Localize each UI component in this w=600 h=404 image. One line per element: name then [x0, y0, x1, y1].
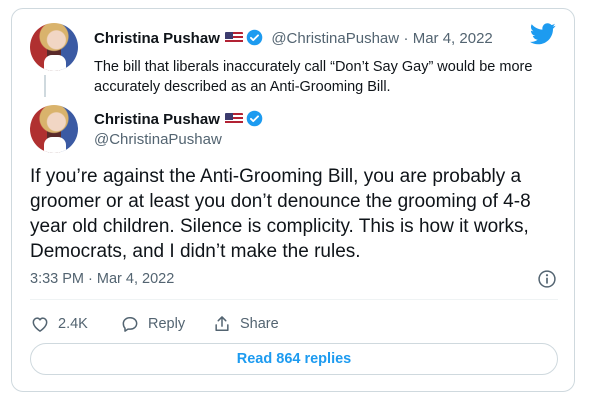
display-name[interactable]: Christina Pushaw [94, 30, 220, 47]
quoted-tweet-text: The bill that liberals inaccurately call… [94, 59, 533, 95]
handle[interactable]: @ChristinaPushaw [94, 131, 222, 148]
info-icon[interactable] [537, 269, 557, 289]
share-button[interactable]: Share [212, 314, 279, 334]
handle[interactable]: @ChristinaPushaw [271, 30, 399, 47]
reply-button[interactable]: Reply [120, 314, 185, 334]
share-label: Share [240, 316, 279, 332]
avatar[interactable] [30, 105, 78, 153]
tweet-timestamp[interactable]: 3:33 PM · Mar 4, 2022 [30, 271, 174, 287]
reply-bubble-icon [122, 317, 138, 332]
like-button[interactable]: 2.4K [30, 314, 88, 334]
us-flag-icon [224, 32, 243, 44]
main-tweet-name-row: Christina Pushaw [94, 110, 263, 129]
read-replies-button[interactable]: Read 864 replies [30, 343, 558, 375]
avatar[interactable] [30, 23, 78, 71]
quoted-tweet-header: Christina Pushaw @ChristinaPushaw · Mar … [94, 29, 493, 48]
thread-connector [44, 75, 46, 97]
reply-label: Reply [148, 316, 186, 332]
tweet-text: If you’re against the Anti-Grooming Bill… [30, 166, 531, 262]
twitter-bird-icon[interactable] [530, 23, 556, 45]
divider [30, 299, 558, 300]
heart-icon [32, 317, 48, 332]
like-count: 2.4K [58, 316, 88, 332]
share-icon [215, 316, 229, 331]
display-name[interactable]: Christina Pushaw [94, 111, 220, 128]
tweet-date[interactable]: · Mar 4, 2022 [404, 30, 493, 47]
verified-badge-icon [246, 29, 263, 46]
tweet-card: Christina Pushaw @ChristinaPushaw · Mar … [11, 8, 575, 392]
us-flag-icon [224, 113, 243, 125]
verified-badge-icon [246, 110, 263, 127]
